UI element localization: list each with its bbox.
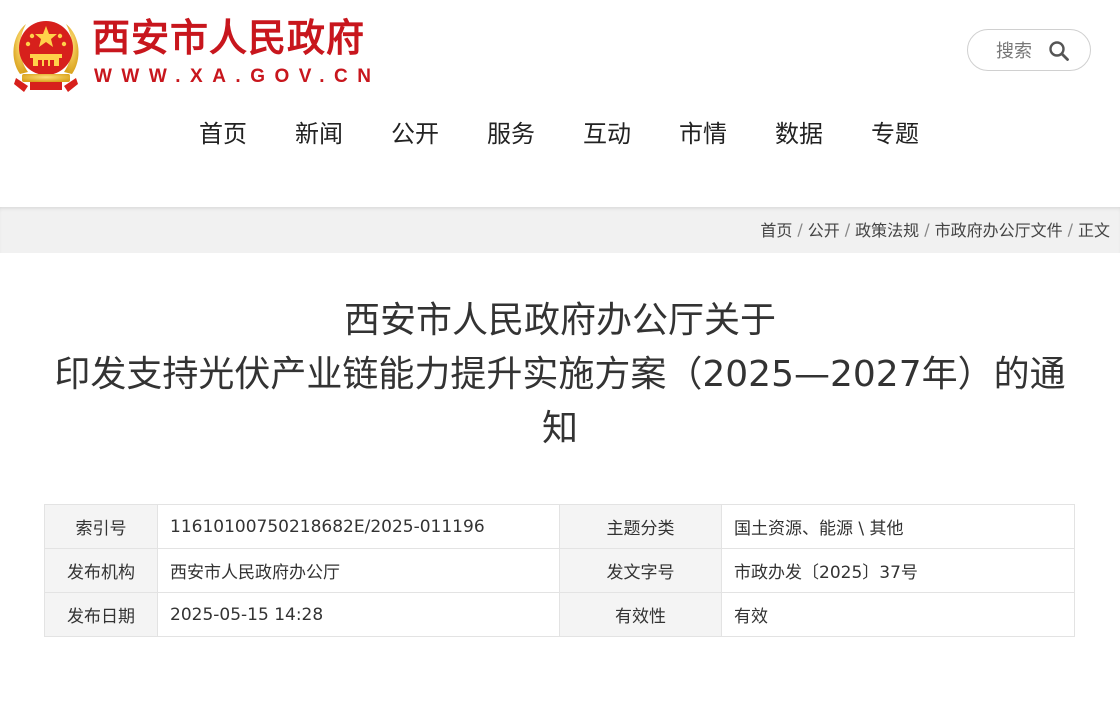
nav-item-topics[interactable]: 专题 [847, 115, 943, 153]
nav-item-public[interactable]: 公开 [367, 115, 463, 153]
document-title-line: 知 [541, 408, 578, 449]
nav-item-services[interactable]: 服务 [463, 115, 559, 153]
breadcrumb: 首页 / 公开 / 政策法规 / 市政府办公厅文件 / 正文 [760, 207, 1110, 251]
document-number-value: 市政办发〔2025〕37号 [721, 548, 1075, 593]
nav-item-interaction[interactable]: 互动 [559, 115, 655, 153]
index-number-label: 索引号 [44, 504, 158, 549]
site-title[interactable]: 西安市人民政府 [92, 16, 365, 60]
table-row: 发布机构 西安市人民政府办公厅 发文字号 市政办发〔2025〕37号 [44, 548, 1075, 593]
site-url[interactable]: WWW.XA.GOV.CN [94, 66, 380, 88]
breadcrumb-policy[interactable]: 政策法规 [855, 217, 919, 241]
breadcrumb-band: 首页 / 公开 / 政策法规 / 市政府办公厅文件 / 正文 [0, 207, 1120, 253]
validity-label: 有效性 [559, 592, 722, 637]
document-title-line: 印发支持光伏产业链能力提升实施方案（2025—2027年）的通 [54, 354, 1066, 395]
breadcrumb-separator: / [924, 219, 930, 239]
publish-date-label: 发布日期 [44, 592, 158, 637]
breadcrumb-current: 正文 [1077, 221, 1110, 240]
issuing-agency-label: 发布机构 [44, 548, 158, 593]
nav-item-city-info[interactable]: 市情 [655, 115, 751, 153]
breadcrumb-office-docs[interactable]: 市政府办公厅文件 [935, 217, 1063, 241]
subject-category-value: 国土资源、能源 \ 其他 [721, 504, 1075, 549]
document-number-label: 发文字号 [559, 548, 722, 593]
breadcrumb-separator: / [844, 219, 851, 239]
nav-item-data[interactable]: 数据 [751, 115, 847, 153]
search-icon[interactable] [1048, 40, 1070, 62]
nav-item-news[interactable]: 新闻 [271, 115, 367, 153]
breadcrumb-separator: / [1067, 219, 1073, 239]
publish-date-value: 2025-05-15 14:28 [157, 592, 560, 637]
document-title: 西安市人民政府办公厅关于 印发支持光伏产业链能力提升实施方案（2025—2027… [20, 294, 1100, 456]
table-row: 发布日期 2025-05-15 14:28 有效性 有效 [44, 592, 1075, 637]
document-title-line: 西安市人民政府办公厅关于 [343, 300, 776, 341]
search-label[interactable]: 搜索 [996, 37, 1032, 63]
national-emblem-icon[interactable] [8, 12, 84, 94]
breadcrumb-home[interactable]: 首页 [760, 217, 792, 241]
nav-item-home[interactable]: 首页 [175, 115, 271, 153]
breadcrumb-public[interactable]: 公开 [808, 217, 840, 241]
main-nav: 首页 新闻 公开 服务 互动 市情 数据 专题 [0, 115, 1120, 153]
index-number-value: 11610100750218682E/2025-011196 [157, 504, 560, 549]
document-metadata-table: 索引号 11610100750218682E/2025-011196 主题分类 … [44, 504, 1075, 637]
issuing-agency-value: 西安市人民政府办公厅 [157, 548, 560, 593]
validity-value: 有效 [721, 592, 1075, 637]
table-row: 索引号 11610100750218682E/2025-011196 主题分类 … [44, 504, 1075, 549]
breadcrumb-separator: / [797, 219, 803, 239]
search-box[interactable]: 搜索 [967, 29, 1091, 71]
subject-category-label: 主题分类 [559, 504, 722, 549]
